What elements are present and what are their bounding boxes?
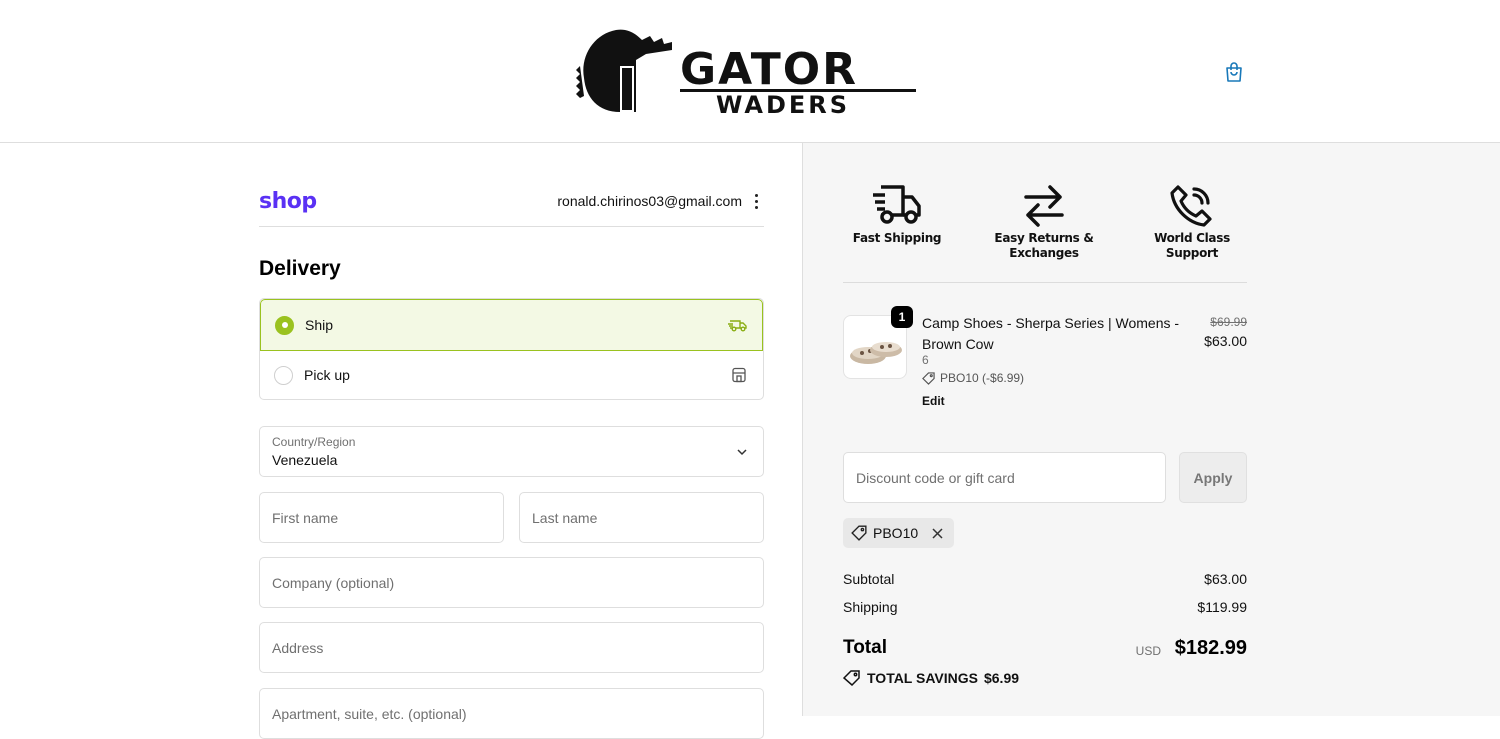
total-value: $182.99 xyxy=(1174,637,1247,659)
badge-support-label-2: Support xyxy=(1165,246,1219,260)
badge-support-label-1: World Class xyxy=(1154,231,1230,245)
original-price: $69.99 xyxy=(1210,315,1247,329)
badge-easy-returns-label-2: Exchanges xyxy=(1009,246,1079,260)
country-select[interactable]: Country/Region Venezuela xyxy=(259,426,764,477)
apply-discount-button[interactable]: Apply xyxy=(1179,452,1247,503)
kebab-dot-icon xyxy=(754,205,758,209)
badge-world-class-support: World Class Support xyxy=(1132,183,1252,261)
total-label: Total xyxy=(843,637,887,658)
discount-code-input[interactable] xyxy=(844,453,1165,502)
product-name: Camp Shoes - Sherpa Series | Womens - Br… xyxy=(922,315,1180,352)
shop-pay-account-row: shop ronald.chirinos03@gmail.com xyxy=(259,187,764,227)
shopping-bag-icon xyxy=(1226,62,1242,82)
first-name-field[interactable] xyxy=(259,492,504,543)
account-menu-button[interactable] xyxy=(750,191,762,211)
product-variant: 6 xyxy=(922,353,929,367)
shipping-value: $119.99 xyxy=(1197,599,1247,615)
company-field[interactable] xyxy=(259,557,764,608)
item-discount: PBO10 (-$6.99) xyxy=(922,371,1024,385)
gator-waders-logo[interactable]: GATOR WADERS xyxy=(576,26,926,119)
delivery-truck-icon xyxy=(873,185,921,224)
ship-label: Ship xyxy=(305,317,334,333)
total-row: Total USD $182.99 xyxy=(843,637,1247,659)
tag-icon xyxy=(851,525,867,541)
svg-text:GATOR: GATOR xyxy=(680,44,858,95)
last-name-input[interactable] xyxy=(520,493,763,542)
edit-item-link[interactable]: Edit xyxy=(922,394,945,408)
shipping-row: Shipping $119.99 xyxy=(843,599,1247,615)
store-icon xyxy=(732,367,746,383)
badge-easy-returns: Easy Returns & Exchanges xyxy=(984,183,1104,261)
delivery-option-ship[interactable]: Ship xyxy=(260,299,763,351)
address-field[interactable] xyxy=(259,622,764,673)
total-savings-label: TOTAL SAVINGS xyxy=(867,670,978,686)
discount-code-field[interactable] xyxy=(843,452,1166,503)
pickup-label: Pick up xyxy=(304,367,350,383)
item-discount-text: PBO10 (-$6.99) xyxy=(940,371,1025,385)
applied-discount-chip: PBO10 xyxy=(843,518,955,548)
country-value: Venezuela xyxy=(272,452,338,468)
cart-button[interactable] xyxy=(1222,60,1246,84)
badge-fast-shipping-label: Fast Shipping xyxy=(852,231,942,245)
total-savings-value: $6.99 xyxy=(983,670,1020,686)
phone-icon xyxy=(1170,185,1212,227)
close-icon xyxy=(932,527,943,539)
total-currency: USD xyxy=(1135,644,1161,658)
delivery-option-pickup[interactable]: Pick up xyxy=(260,350,763,399)
kebab-dot-icon xyxy=(754,199,758,203)
pickup-radio[interactable] xyxy=(274,365,293,385)
address-input[interactable] xyxy=(260,623,763,672)
applied-discount-code: PBO10 xyxy=(873,525,919,541)
kebab-dot-icon xyxy=(754,193,758,197)
cart-line-item: 1 Camp Shoes - Sherpa Series | Womens - … xyxy=(843,306,1247,413)
svg-text:WADERS: WADERS xyxy=(716,91,850,118)
delivery-method-group: Ship Pick up xyxy=(259,298,764,400)
first-name-input[interactable] xyxy=(260,493,503,542)
apartment-input[interactable] xyxy=(260,689,763,738)
country-label: Country/Region xyxy=(272,435,356,449)
company-input[interactable] xyxy=(260,558,763,607)
order-summary-column: Fast Shipping Easy Returns & Exchanges W… xyxy=(802,143,1500,716)
quantity-badge: 1 xyxy=(891,306,913,328)
delivery-heading: Delivery xyxy=(259,257,341,280)
apartment-field[interactable] xyxy=(259,688,764,739)
account-email: ronald.chirinos03@gmail.com xyxy=(557,193,742,209)
badge-fast-shipping: Fast Shipping xyxy=(837,183,957,246)
ship-radio[interactable] xyxy=(275,315,294,335)
total-savings: TOTAL SAVINGS $6.99 xyxy=(843,670,1019,686)
remove-discount-button[interactable] xyxy=(930,526,944,540)
shipping-label: Shipping xyxy=(843,599,898,615)
checkout-form-column: shop ronald.chirinos03@gmail.com Deliver… xyxy=(0,143,802,739)
subtotal-row: Subtotal $63.00 xyxy=(843,571,1247,587)
badges-divider xyxy=(843,282,1247,283)
site-header: GATOR WADERS xyxy=(0,0,1500,143)
tag-icon xyxy=(843,670,860,686)
shop-logo: shop xyxy=(259,189,317,214)
trust-badges: Fast Shipping Easy Returns & Exchanges W… xyxy=(843,183,1247,283)
badge-easy-returns-label-1: Easy Returns & xyxy=(994,231,1094,245)
subtotal-label: Subtotal xyxy=(843,571,895,587)
subtotal-value: $63.00 xyxy=(1204,571,1247,587)
tag-icon xyxy=(922,371,935,385)
truck-icon xyxy=(728,320,747,332)
discounted-price: $63.00 xyxy=(1204,333,1247,349)
chevron-down-icon xyxy=(737,449,747,456)
last-name-field[interactable] xyxy=(519,492,764,543)
arrows-exchange-icon xyxy=(1024,185,1064,227)
